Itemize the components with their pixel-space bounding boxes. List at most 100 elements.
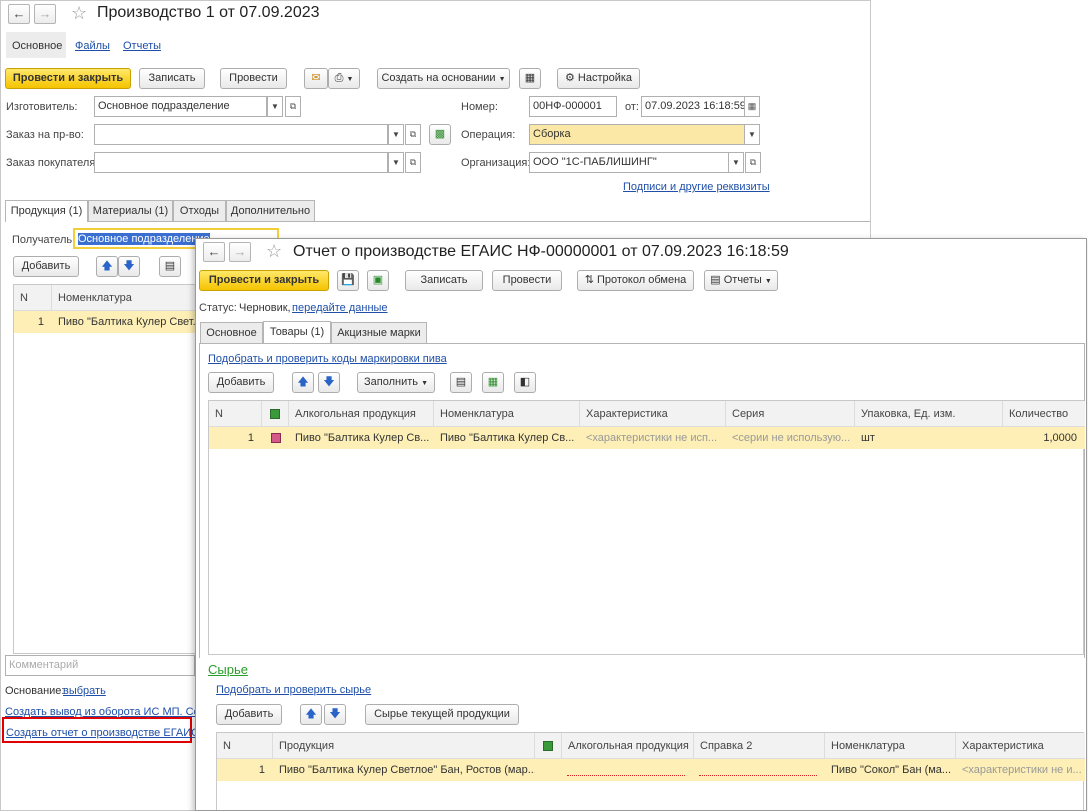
save-icon-button[interactable]: 💾	[337, 270, 359, 291]
move-down-button[interactable]: 🡇	[118, 256, 140, 277]
column-nomenclature[interactable]: Номенклатура	[52, 285, 212, 311]
table-row[interactable]: 1 Пиво "Балтика Кулер Свет...	[14, 311, 204, 333]
column-nomenclature[interactable]: Номенклатура	[434, 401, 580, 427]
column-marking-icon[interactable]	[262, 401, 289, 427]
fill-button[interactable]: Заполнить ▼	[357, 372, 435, 393]
column-quantity[interactable]: Количество	[1003, 401, 1085, 427]
back-button[interactable]: ←	[203, 242, 225, 262]
column-unit[interactable]: Упаковка, Ед. изм.	[855, 401, 1003, 427]
raw-add-button[interactable]: Добавить	[216, 704, 282, 725]
customer-order-dropdown[interactable]: ▼	[388, 152, 404, 173]
favorite-star-icon[interactable]: ☆	[266, 242, 282, 260]
exchange-log-button[interactable]: ⇅ Протокол обмена	[577, 270, 694, 291]
marking-column-icon	[543, 741, 553, 752]
organization-open-button[interactable]: ⧉	[745, 152, 761, 173]
column-n[interactable]: N	[217, 733, 273, 759]
customer-order-open-button[interactable]: ⧉	[405, 152, 421, 173]
prod-order-field[interactable]	[94, 124, 388, 145]
move-up-button[interactable]: 🡅	[96, 256, 118, 277]
column-nomenclature[interactable]: Номенклатура	[825, 733, 956, 759]
forward-button[interactable]: →	[34, 4, 56, 24]
prod-order-open-button[interactable]: ⧉	[405, 124, 421, 145]
post-button[interactable]: Провести	[220, 68, 287, 89]
column-certificate-2[interactable]: Справка 2	[694, 733, 825, 759]
save-button[interactable]: Записать	[139, 68, 205, 89]
date-field[interactable]: 07.09.2023 16:18:59	[641, 96, 745, 117]
column-alcohol-product[interactable]: Алкогольная продукция	[289, 401, 434, 427]
row-n: 1	[258, 764, 265, 776]
tab-main[interactable]: Основное	[200, 322, 263, 343]
email-button[interactable]: ✉	[304, 68, 328, 89]
signatures-link[interactable]: Подписи и другие реквизиты	[623, 180, 770, 194]
column-characteristic[interactable]: Характеристика	[956, 733, 1085, 759]
raw-section-title[interactable]: Сырье	[208, 662, 248, 677]
pick-raw-link[interactable]: Подобрать и проверить сырье	[216, 683, 371, 697]
tsd-button[interactable]: ▦	[482, 372, 504, 393]
organization-field[interactable]: ООО "1С-ПАБЛИШИНГ"	[529, 152, 729, 173]
tab-files[interactable]: Файлы	[75, 39, 110, 53]
tab-reports[interactable]: Отчеты	[123, 39, 161, 53]
tab-goods[interactable]: Товары (1)	[263, 321, 331, 343]
create-egais-report-link[interactable]: Создать отчет о производстве ЕГАИС	[6, 726, 199, 740]
goods-add-button[interactable]: Добавить	[208, 372, 274, 393]
window-title: Отчет о производстве ЕГАИС НФ-00000001 о…	[293, 243, 789, 260]
structure-button[interactable]: ▦	[519, 68, 541, 89]
tab-additional[interactable]: Дополнительно	[226, 200, 315, 221]
number-field[interactable]: 00НФ-000001	[529, 96, 617, 117]
raw-current-products-button[interactable]: Сырье текущей продукции	[365, 704, 519, 725]
column-marking-icon[interactable]	[535, 733, 562, 759]
column-product[interactable]: Продукция	[273, 733, 535, 759]
tab-waste[interactable]: Отходы	[173, 200, 226, 221]
raw-move-up-button[interactable]: 🡅	[300, 704, 322, 725]
back-button[interactable]: ←	[8, 4, 30, 24]
column-n[interactable]: N	[14, 285, 52, 311]
column-characteristic[interactable]: Характеристика	[580, 401, 726, 427]
print-button[interactable]: ⎙ ▼	[328, 68, 360, 89]
post-button[interactable]: Провести	[492, 270, 562, 291]
operation-field[interactable]: Сборка	[529, 124, 745, 145]
column-n[interactable]: N	[209, 401, 262, 427]
raw-move-down-button[interactable]: 🡇	[324, 704, 346, 725]
date-label: от:	[625, 101, 639, 113]
column-series[interactable]: Серия	[726, 401, 855, 427]
comment-field[interactable]: Комментарий	[5, 655, 195, 676]
settings-button[interactable]: ⚙ Настройка	[557, 68, 640, 89]
basis-select-link[interactable]: выбрать	[63, 684, 106, 698]
create-based-on-button[interactable]: Создать на основании ▼	[377, 68, 510, 89]
products-add-button[interactable]: Добавить	[13, 256, 79, 277]
row-alcohol-product[interactable]	[562, 759, 694, 781]
tab-materials[interactable]: Материалы (1)	[88, 200, 173, 221]
organization-dropdown[interactable]: ▼	[728, 152, 744, 173]
post-icon-button[interactable]: ▣	[367, 270, 389, 291]
raw-grid-header: N Продукция Алкогольная продукция Справк…	[217, 733, 1085, 759]
pick-codes-link[interactable]: Подобрать и проверить коды маркировки пи…	[208, 352, 447, 366]
move-up-button[interactable]: 🡅	[292, 372, 314, 393]
manufacturer-field[interactable]: Основное подразделение	[94, 96, 267, 117]
barcode-button[interactable]: ▤	[450, 372, 472, 393]
customer-order-field[interactable]	[94, 152, 388, 173]
column-alcohol-product[interactable]: Алкогольная продукция	[562, 733, 694, 759]
structure-icon: ▦	[524, 72, 536, 84]
calendar-button[interactable]: ▦	[744, 96, 760, 117]
forward-button[interactable]: →	[229, 242, 251, 262]
prod-order-fill-button[interactable]: ▩	[429, 124, 451, 145]
manufacturer-dropdown[interactable]: ▼	[267, 96, 283, 117]
arrow-down-icon: 🡇	[329, 708, 341, 720]
table-row[interactable]: 1 Пиво "Балтика Кулер Светлое" Бан, Рост…	[217, 759, 1085, 781]
prod-order-dropdown[interactable]: ▼	[388, 124, 404, 145]
post-and-close-button[interactable]: Провести и закрыть	[199, 270, 329, 291]
manufacturer-open-button[interactable]: ⧉	[285, 96, 301, 117]
scanner-button[interactable]: ◧	[514, 372, 536, 393]
save-button[interactable]: Записать	[405, 270, 483, 291]
table-row[interactable]: 1 Пиво "Балтика Кулер Св... Пиво "Балтик…	[209, 427, 1085, 449]
post-and-close-button[interactable]: Провести и закрыть	[5, 68, 131, 89]
barcode-button[interactable]: ▤	[159, 256, 181, 277]
operation-dropdown[interactable]: ▼	[744, 124, 760, 145]
tab-excise-stamps[interactable]: Акцизные марки	[331, 322, 427, 343]
tab-products[interactable]: Продукция (1)	[5, 200, 88, 222]
row-certificate-2[interactable]	[694, 759, 825, 781]
transfer-data-link[interactable]: передайте данные	[292, 301, 388, 315]
favorite-star-icon[interactable]: ☆	[71, 4, 87, 22]
reports-button[interactable]: ▤ Отчеты ▼	[704, 270, 778, 291]
move-down-button[interactable]: 🡇	[318, 372, 340, 393]
